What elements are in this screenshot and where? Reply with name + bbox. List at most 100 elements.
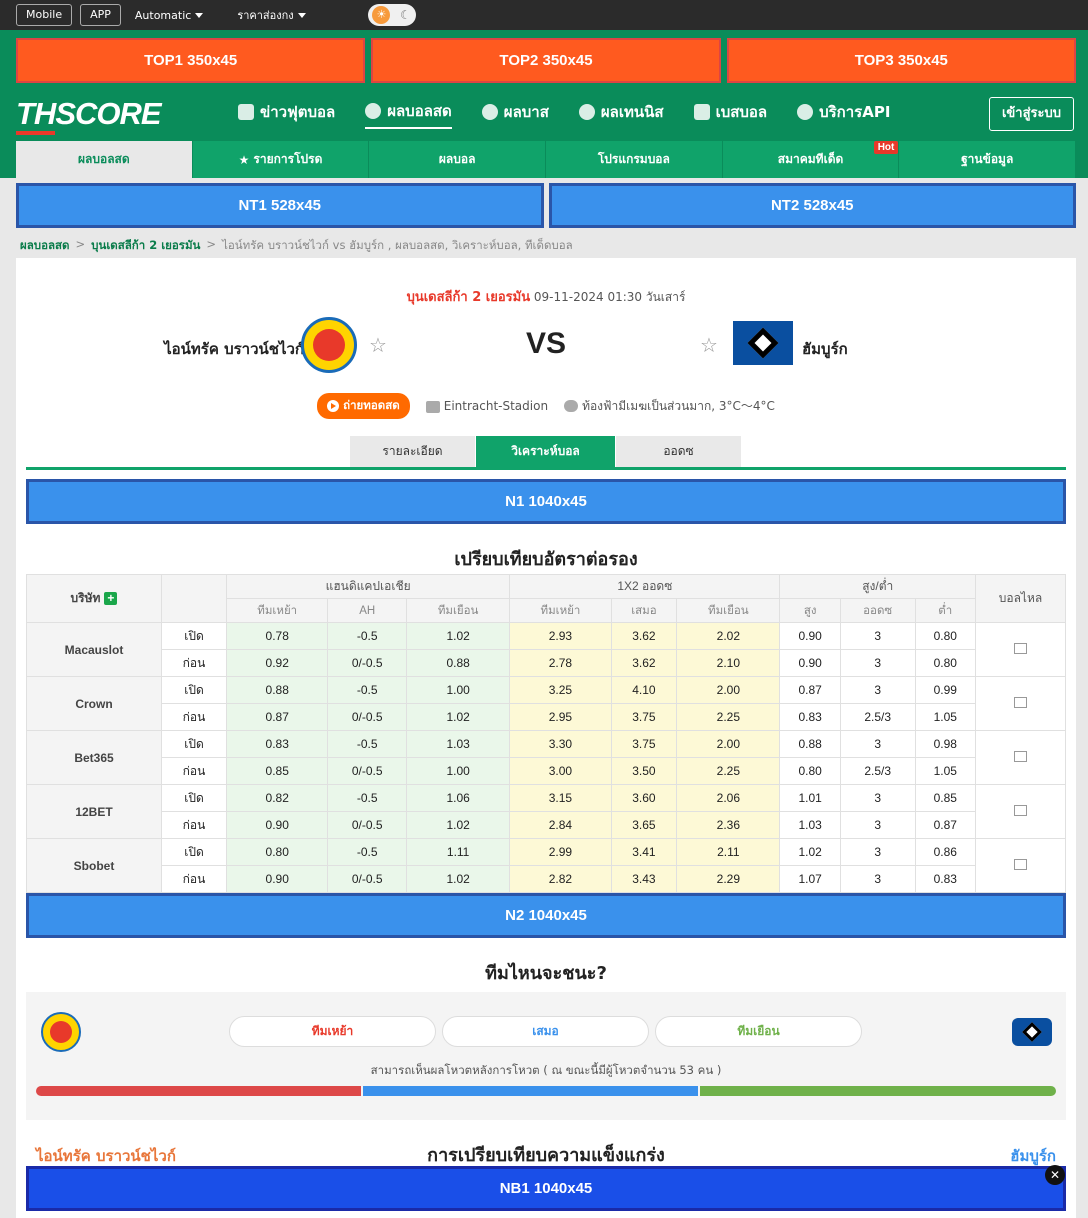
odds-cell-ou-line: 3 bbox=[839, 649, 916, 677]
odds-cell-x12-draw: 4.10 bbox=[610, 676, 678, 704]
vote-home-logo bbox=[41, 1012, 81, 1052]
subnav-database[interactable]: ฐานข้อมูล bbox=[899, 141, 1077, 178]
live-stream-button[interactable]: ถ่ายทอดสด bbox=[317, 393, 410, 419]
subnav-favorites[interactable]: ★ รายการโปรด bbox=[192, 141, 370, 178]
odds-chart-link[interactable] bbox=[975, 838, 1066, 893]
odds-cell-ou-over: 0.88 bbox=[779, 730, 841, 758]
odds-chart-link[interactable] bbox=[975, 730, 1066, 785]
company-name[interactable]: 12BET bbox=[26, 784, 162, 839]
odds-cell-ou-over: 0.90 bbox=[779, 649, 841, 677]
breadcrumb-league[interactable]: บุนเดสลีก้า 2 เยอรมัน bbox=[91, 237, 200, 255]
mobile-button[interactable]: Mobile bbox=[16, 4, 73, 26]
chart-icon bbox=[1014, 750, 1027, 762]
ad-top1[interactable]: TOP1 350x45 bbox=[16, 38, 366, 83]
odds-chart-link[interactable] bbox=[975, 676, 1066, 731]
breadcrumb-home[interactable]: ผลบอลสด bbox=[20, 237, 70, 255]
diamond-crest-icon bbox=[747, 327, 779, 359]
odds-row: ก่อน 0.85 0/-0.5 1.00 3.00 3.50 2.25 0.80 2.5/3 1… bbox=[27, 757, 1066, 785]
subnav-tips[interactable]: สมาคมทีเด็ด Hot bbox=[722, 141, 900, 178]
ah-sub-home: ทีมเหย้า bbox=[225, 598, 329, 623]
chart-icon bbox=[1014, 642, 1027, 654]
away-team-logo[interactable] bbox=[733, 321, 793, 365]
odds-cell-ou-line: 2.5/3 bbox=[839, 757, 916, 785]
teams-row: ไอน์ทรัค บราวน์ชไวก์ ☆ VS ☆ ฮัมบูร์ก bbox=[16, 317, 1076, 381]
chevron-down-icon bbox=[195, 12, 204, 18]
away-team-name[interactable]: ฮัมบูร์ก bbox=[802, 337, 848, 361]
breadcrumb-separator: > bbox=[206, 237, 217, 251]
site-logo[interactable]: THSCORE bbox=[16, 96, 216, 135]
vote-away-button[interactable]: ทีมเยือน bbox=[655, 1016, 862, 1047]
odds-cell-ou-under: 0.80 bbox=[914, 649, 977, 677]
odds-cell-ah-line: -0.5 bbox=[327, 784, 408, 812]
stadium-icon bbox=[425, 400, 440, 413]
match-datetime: 09-11-2024 01:30 วันเสาร์ bbox=[533, 290, 686, 304]
company-header: บริษัท + bbox=[26, 574, 162, 623]
ad-nt1[interactable]: NT1 528x45 bbox=[16, 183, 544, 228]
top-bar: Mobile APP Automatic ราคาส่องกง ☀ ☾ bbox=[0, 0, 1088, 30]
odds-cell-x12-draw: 3.50 bbox=[610, 757, 678, 785]
subnav-live[interactable]: ผลบอลสด bbox=[16, 141, 193, 178]
tab-details[interactable]: รายละเอียด bbox=[350, 436, 476, 467]
odds-cell-ou-under: 1.05 bbox=[914, 703, 977, 731]
strength-title: การเปรียบเทียบความแข็งแกร่ง bbox=[427, 1145, 665, 1166]
ad-nb1[interactable]: NB1 1040x45 bbox=[26, 1166, 1066, 1211]
odds-row: ก่อน 0.92 0/-0.5 0.88 2.78 3.62 2.10 0.90 3 0.80 bbox=[27, 649, 1066, 677]
vote-home-button[interactable]: ทีมเหย้า bbox=[229, 1016, 436, 1047]
strength-header: ไอน์ทรัค บราวน์ชไวก์ การเปรียบเทียบความแ… bbox=[26, 1140, 1066, 1168]
nav-api[interactable]: บริการAPI bbox=[797, 99, 890, 129]
home-team-logo[interactable] bbox=[301, 317, 357, 373]
subnav-results[interactable]: ผลบอล bbox=[369, 141, 547, 178]
match-card: บุนเดสลีก้า 2 เยอรมัน 09-11-2024 01:30 ว… bbox=[16, 258, 1076, 1218]
nav-live-score[interactable]: ผลบอลสด bbox=[365, 99, 452, 129]
odds-cell-x12-away: 2.10 bbox=[676, 649, 781, 677]
ad-top2[interactable]: TOP2 350x45 bbox=[371, 38, 721, 83]
odds-cell-ou-line: 3 bbox=[839, 622, 916, 650]
odds-cell-ah-line: -0.5 bbox=[327, 838, 408, 866]
ad-nt2[interactable]: NT2 528x45 bbox=[548, 183, 1076, 228]
odds-chart-link[interactable] bbox=[975, 622, 1066, 677]
chart-icon bbox=[1014, 858, 1027, 870]
nav-live-label: ผลบอลสด bbox=[387, 102, 452, 120]
ad-top3[interactable]: TOP3 350x45 bbox=[726, 38, 1076, 83]
tab-odds[interactable]: ออดซ bbox=[616, 436, 742, 467]
lion-crest-icon bbox=[50, 1021, 72, 1043]
odds-cell-ah-line: -0.5 bbox=[327, 676, 408, 704]
nav-basketball[interactable]: ผลบาส bbox=[481, 99, 549, 129]
vote-box: ทีมเหย้า เสมอ ทีมเยือน สามารถเห็นผลโหวตห… bbox=[26, 992, 1066, 1120]
home-team-name[interactable]: ไอน์ทรัค บราวน์ชไวก์ bbox=[164, 337, 304, 361]
company-name[interactable]: Bet365 bbox=[26, 730, 162, 785]
nav-tennis[interactable]: ผลเทนนิส bbox=[578, 99, 664, 129]
app-button[interactable]: APP bbox=[80, 4, 121, 26]
subnav-fixtures[interactable]: โปรแกรมบอล bbox=[546, 141, 723, 178]
away-favorite-star-icon[interactable]: ☆ bbox=[700, 333, 718, 357]
play-icon bbox=[327, 400, 340, 412]
theme-toggle[interactable]: ☀ ☾ bbox=[367, 4, 416, 26]
mode-dropdown[interactable]: Automatic bbox=[135, 9, 204, 22]
close-icon[interactable]: ✕ bbox=[1045, 1165, 1065, 1185]
odds-cell-x12-home: 3.15 bbox=[509, 784, 612, 812]
vote-bar bbox=[36, 1086, 1056, 1096]
nav-news[interactable]: ข่าวฟุตบอล bbox=[238, 99, 335, 129]
logo-score: SCORE bbox=[55, 96, 161, 131]
odds-cell-ah-away: 1.00 bbox=[406, 676, 511, 704]
tab-analysis[interactable]: วิเคราะห์บอล bbox=[476, 436, 616, 467]
login-button[interactable]: เข้าสู่ระบบ bbox=[988, 97, 1074, 131]
ad-n2[interactable]: N2 1040x45 bbox=[26, 893, 1066, 938]
company-name[interactable]: Sbobet bbox=[26, 838, 162, 893]
ad-n1[interactable]: N1 1040x45 bbox=[26, 479, 1066, 524]
league-link[interactable]: บุนเดสลีก้า 2 เยอรมัน bbox=[407, 290, 531, 305]
nav-baseball[interactable]: เบสบอล bbox=[693, 99, 767, 129]
odds-chart-link[interactable] bbox=[975, 784, 1066, 839]
add-company-icon[interactable]: + bbox=[104, 592, 118, 605]
odds-type-dropdown[interactable]: ราคาส่องกง bbox=[237, 6, 306, 24]
odds-row: Macauslot เปิด 0.78 -0.5 1.02 2.93 3.62 2.02 0.9… bbox=[26, 622, 1066, 677]
home-favorite-star-icon[interactable]: ☆ bbox=[369, 333, 387, 357]
baseball-icon bbox=[693, 104, 710, 120]
company-name[interactable]: Crown bbox=[26, 676, 162, 731]
football-icon bbox=[365, 103, 382, 119]
company-name[interactable]: Macauslot bbox=[26, 622, 162, 677]
odds-cell-x12-away: 2.02 bbox=[676, 622, 781, 650]
weather: ท้องฟ้ามีเมฆเป็นส่วนมาก, 3°C～4°C bbox=[564, 397, 775, 416]
vote-draw-button[interactable]: เสมอ bbox=[442, 1016, 649, 1047]
odds-cell-ou-over: 1.01 bbox=[779, 784, 841, 812]
